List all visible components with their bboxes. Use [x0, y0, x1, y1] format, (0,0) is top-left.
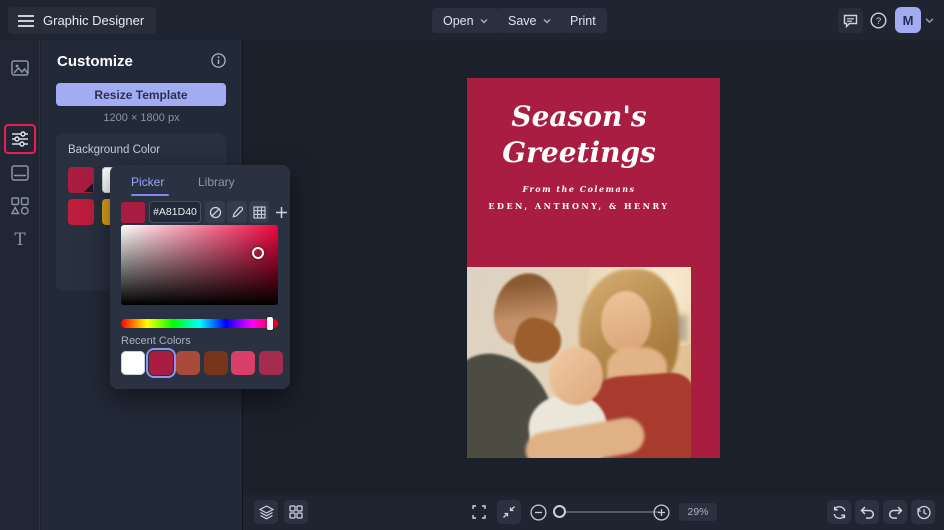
fullscreen-icon	[472, 505, 486, 519]
hex-color-input[interactable]	[149, 201, 201, 223]
photo-baby-head	[549, 347, 603, 405]
user-avatar[interactable]: M	[895, 7, 921, 33]
zoom-level-display[interactable]: 29%	[679, 503, 717, 521]
graphic-designer-app: Graphic Designer Open Save Print ? M T C…	[0, 0, 944, 530]
card-names[interactable]: EDEN, ANTHONY, & HENRY	[467, 201, 691, 211]
redo-icon	[888, 505, 903, 519]
save-button[interactable]: Save	[497, 8, 562, 33]
sidebar-item-graphics[interactable]	[0, 192, 40, 220]
print-button[interactable]: Print	[559, 8, 607, 33]
fit-to-screen-button[interactable]	[497, 500, 521, 524]
card-subtitle[interactable]: From the Colemans	[467, 184, 691, 194]
refresh-icon	[832, 505, 847, 520]
top-bar: Graphic Designer Open Save Print ? M	[0, 0, 944, 40]
account-chevron-down-icon[interactable]	[925, 16, 934, 25]
layers-icon	[258, 504, 274, 520]
active-tab-underline	[131, 194, 169, 196]
fit-to-screen-icon	[502, 505, 516, 519]
text-icon: T	[14, 230, 26, 250]
photo-mother-face	[601, 291, 651, 353]
comment-icon	[843, 14, 858, 28]
open-button[interactable]: Open	[432, 8, 499, 33]
shapes-icon	[11, 197, 29, 215]
recent-color-swatch[interactable]	[176, 351, 200, 375]
swatch-grid-button[interactable]	[249, 201, 269, 223]
recent-color-swatch-selected[interactable]	[145, 348, 176, 378]
card-title-line1[interactable]: Season's	[467, 100, 691, 133]
sidebar-item-image-manager[interactable]	[0, 54, 40, 82]
app-title: Graphic Designer	[43, 13, 145, 28]
recent-colors-label: Recent Colors	[121, 335, 191, 347]
history-icon	[916, 505, 931, 520]
sidebar-item-templates[interactable]	[0, 159, 40, 187]
current-color-swatch	[121, 202, 145, 223]
eyedropper-button[interactable]	[227, 201, 247, 223]
gradient-selector[interactable]	[252, 247, 264, 259]
tab-library[interactable]: Library	[198, 175, 235, 189]
main-menu-button[interactable]: Graphic Designer	[8, 7, 157, 34]
minus-circle-icon	[529, 503, 547, 521]
background-color-label: Background Color	[68, 144, 161, 156]
help-button[interactable]: ?	[866, 8, 891, 33]
saturation-brightness-gradient[interactable]	[121, 225, 278, 305]
sliders-icon	[11, 131, 29, 147]
redo-button[interactable]	[883, 500, 907, 524]
swatch-corner-fold	[84, 183, 93, 192]
help-icon: ?	[870, 12, 887, 29]
info-icon[interactable]	[211, 53, 226, 68]
chevron-down-icon	[480, 17, 488, 25]
sidebar-item-customize[interactable]	[0, 125, 40, 153]
grid-icon	[289, 505, 303, 519]
sidebar-item-text[interactable]: T	[0, 226, 40, 254]
color-swatch-red[interactable]	[68, 199, 94, 225]
plus-circle-icon	[652, 503, 670, 521]
pages-button[interactable]	[284, 500, 308, 524]
recent-color-swatch[interactable]	[121, 351, 145, 375]
image-icon	[11, 60, 29, 76]
zoom-in-button[interactable]	[649, 500, 673, 524]
history-button[interactable]	[911, 500, 935, 524]
chevron-down-icon	[543, 17, 551, 25]
family-photo[interactable]	[467, 267, 691, 458]
design-canvas[interactable]: Season's Greetings From the Colemans EDE…	[242, 40, 944, 495]
zoom-slider[interactable]	[553, 505, 660, 518]
bottom-toolbar: 29%	[242, 495, 944, 530]
tab-picker[interactable]: Picker	[131, 175, 164, 189]
hue-slider-handle[interactable]	[267, 317, 273, 330]
undo-button[interactable]	[855, 500, 879, 524]
svg-text:?: ?	[876, 16, 881, 27]
hue-slider[interactable]	[121, 317, 278, 330]
add-color-button[interactable]	[271, 201, 291, 223]
hamburger-menu-icon	[18, 14, 34, 27]
open-button-label: Open	[443, 13, 474, 28]
tools-sidebar: T	[0, 40, 40, 530]
avatar-initial: M	[902, 12, 914, 28]
template-dimensions: 1200 × 1800 px	[103, 112, 180, 124]
save-button-label: Save	[508, 13, 537, 28]
recent-color-swatch[interactable]	[258, 351, 283, 375]
print-button-label: Print	[570, 13, 596, 28]
undo-icon	[859, 505, 875, 519]
layers-button[interactable]	[254, 500, 278, 524]
zoom-slider-handle[interactable]	[553, 505, 566, 518]
color-swatch-background[interactable]	[68, 167, 94, 193]
zoom-out-button[interactable]	[526, 500, 550, 524]
reset-button[interactable]	[827, 500, 851, 524]
recent-color-swatch[interactable]	[203, 351, 228, 375]
template-icon	[11, 165, 29, 181]
transparent-color-button[interactable]	[205, 201, 225, 223]
recent-color-swatch[interactable]	[231, 351, 255, 375]
color-picker-popup: Picker Library Recent Colors	[110, 165, 290, 389]
feedback-button[interactable]	[838, 8, 863, 33]
panel-title: Customize	[57, 53, 133, 70]
greeting-card[interactable]: Season's Greetings From the Colemans EDE…	[467, 78, 720, 458]
card-title-line2[interactable]: Greetings	[467, 136, 691, 169]
resize-template-button[interactable]: Resize Template	[56, 83, 226, 106]
fullscreen-button[interactable]	[467, 500, 491, 524]
